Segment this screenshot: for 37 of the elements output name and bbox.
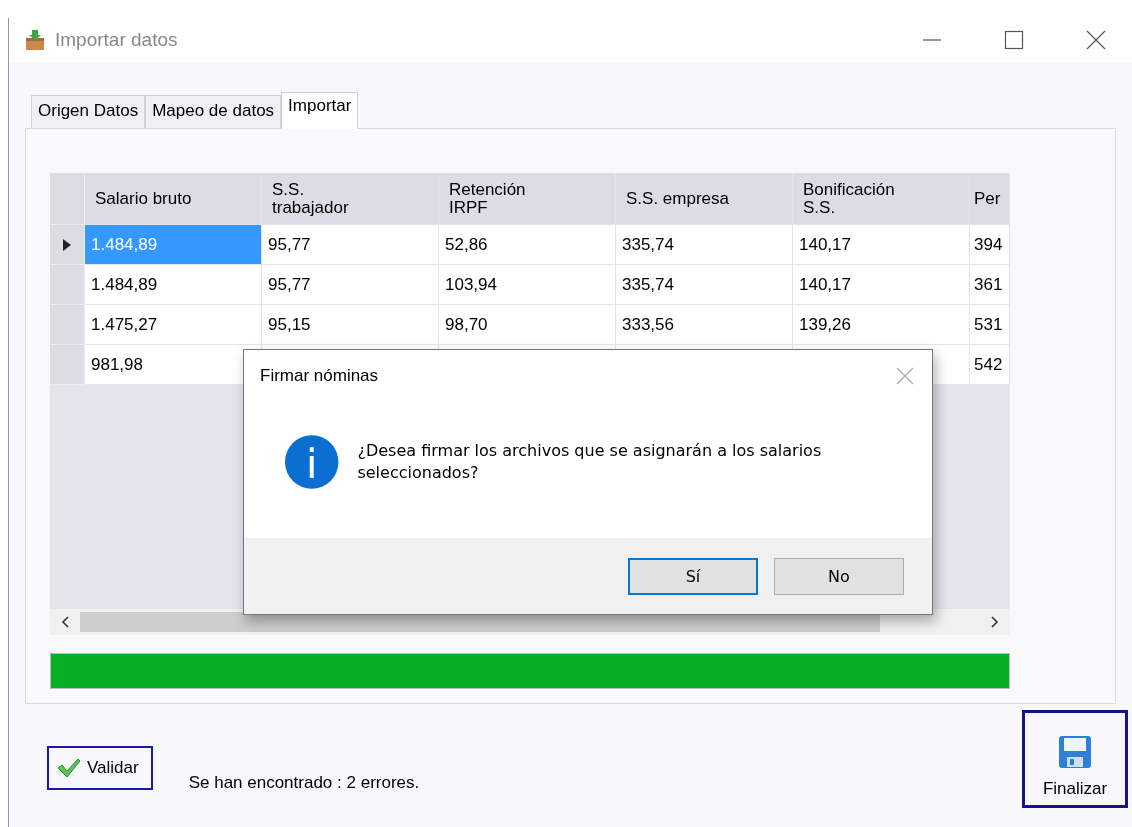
table-cell: 140,17	[793, 265, 970, 305]
validate-button[interactable]: Validar	[47, 746, 153, 790]
table-cell: 333,56	[616, 305, 793, 345]
column-header[interactable]: Salario bruto	[85, 173, 262, 225]
column-header[interactable]: S.S. trabajador	[262, 173, 439, 225]
table-cell: 140,17	[793, 225, 970, 265]
table-cell: 335,74	[616, 265, 793, 305]
dialog-message: ¿Desea firmar los archivos que se asignarán a los salarios seleccionados?	[357, 440, 823, 484]
table-cell: 361	[970, 265, 1010, 305]
table-cell: 52,86	[439, 225, 616, 265]
table-cell: 95,77	[262, 265, 439, 305]
table-cell: 103,94	[439, 265, 616, 305]
table-cell: 139,26	[793, 305, 970, 345]
table-cell: 981,98	[85, 345, 262, 385]
column-header[interactable]: Per	[970, 173, 1010, 225]
window-title: Importar datos	[55, 29, 178, 51]
table-cell: 531	[970, 305, 1010, 345]
column-header[interactable]: Bonificación S.S.	[793, 173, 970, 225]
tab[interactable]: Importar	[281, 92, 359, 129]
table-cell: 95,15	[262, 305, 439, 345]
tab[interactable]: Origen Datos	[31, 95, 146, 128]
dialog-button[interactable]: No	[774, 557, 904, 595]
table-cell: 394	[970, 225, 1010, 265]
table-cell: 98,70	[439, 305, 616, 345]
dialog-title: Firmar nóminas	[260, 366, 379, 386]
dialog-button[interactable]: Sí	[628, 557, 758, 595]
column-header[interactable]: S.S. empresa	[616, 173, 793, 225]
table-cell: 542	[970, 345, 1010, 385]
table-cell: 1.484,89	[85, 225, 262, 265]
table-cell: 95,77	[262, 225, 439, 265]
table-cell: 1.475,27	[85, 305, 262, 345]
status-text: Se han encontrado : 2 errores.	[188, 773, 420, 793]
tab[interactable]: Mapeo de datos	[145, 95, 282, 128]
table-cell: 335,74	[616, 225, 793, 265]
column-header[interactable]: Retención IRPF	[439, 173, 616, 225]
finish-button[interactable]: Finalizar	[1022, 710, 1128, 808]
table-cell: 1.484,89	[85, 265, 262, 305]
